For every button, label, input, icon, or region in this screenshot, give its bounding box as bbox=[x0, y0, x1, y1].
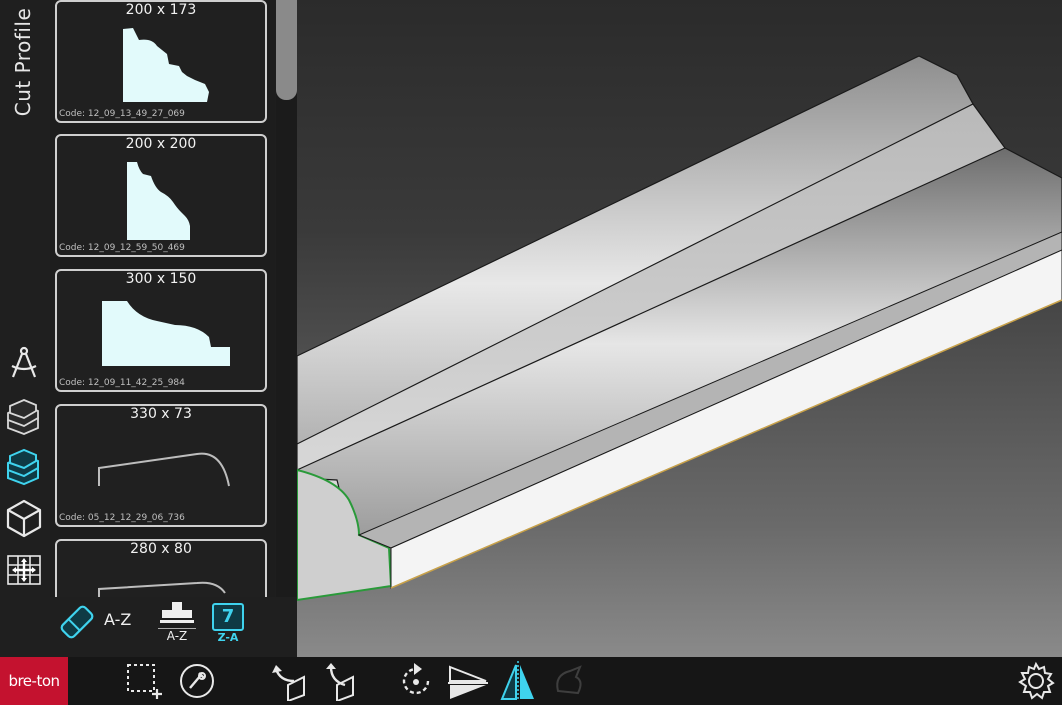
settings-knob-icon[interactable] bbox=[177, 661, 217, 701]
brand-logo: bre-ton bbox=[0, 657, 68, 705]
scrollbar-thumb[interactable] bbox=[276, 0, 297, 100]
rotate-left-icon[interactable] bbox=[270, 661, 310, 701]
profile-thumbnail bbox=[98, 452, 230, 487]
profile-card[interactable]: 200 x 200 Code: 12_09_12_59_50_469 bbox=[55, 134, 267, 257]
left-rail: Cut Profile bbox=[0, 0, 50, 657]
profile-code: Code: 12_09_13_49_27_069 bbox=[59, 109, 185, 119]
profile-thumbnail bbox=[123, 28, 209, 102]
flip-icon[interactable] bbox=[448, 661, 488, 701]
sort-date-sub-label: Z-A bbox=[217, 631, 239, 644]
app-window: Cut Profile 200 x 173 Code: 12_09_13_49_… bbox=[0, 0, 1062, 705]
profile-thumbnail bbox=[127, 162, 190, 240]
profile-3d-model bbox=[297, 55, 1062, 602]
sort-az-stack-button[interactable]: A-Z bbox=[158, 600, 200, 644]
stacked-profiles-icon[interactable] bbox=[4, 396, 44, 436]
sort-az-button[interactable]: A-Z bbox=[104, 610, 131, 629]
profile-card[interactable]: 200 x 173 Code: 12_09_13_49_27_069 bbox=[55, 0, 267, 123]
calendar-day: 7 bbox=[221, 606, 235, 627]
mirror-icon[interactable] bbox=[498, 661, 538, 701]
profile-thumbnail bbox=[98, 581, 226, 597]
compass-icon[interactable] bbox=[4, 344, 44, 384]
rotate-right-icon[interactable] bbox=[323, 661, 363, 701]
gear-icon[interactable] bbox=[1016, 661, 1056, 701]
cube-icon[interactable] bbox=[4, 498, 44, 538]
profile-code: Code: 12_09_12_59_50_469 bbox=[59, 243, 185, 253]
sort-az-sub-label: A-Z bbox=[158, 628, 196, 643]
panel-title: Cut Profile bbox=[2, 0, 40, 125]
profile-code: Code: 12_09_11_42_25_984 bbox=[59, 378, 185, 388]
rotate-view-icon[interactable] bbox=[396, 661, 436, 701]
sort-toolbar bbox=[0, 597, 297, 657]
disabled-tool-icon bbox=[550, 661, 590, 701]
profile-list[interactable]: 200 x 173 Code: 12_09_13_49_27_069 200 x… bbox=[50, 0, 275, 597]
stack-icon bbox=[160, 602, 194, 623]
profile-code: Code: 05_12_12_29_06_736 bbox=[59, 513, 185, 523]
profile-library-icon[interactable] bbox=[4, 446, 44, 486]
profile-card[interactable]: 300 x 150 Code: 12_09_11_42_25_984 bbox=[55, 269, 267, 392]
add-selection-icon[interactable] bbox=[124, 661, 164, 701]
calendar-icon: 7 bbox=[212, 603, 244, 631]
3d-viewport[interactable] bbox=[297, 0, 1062, 657]
panel-title-text: Cut Profile bbox=[11, 7, 35, 117]
dimension-grid-icon[interactable] bbox=[4, 550, 44, 590]
profile-thumbnail bbox=[102, 301, 230, 366]
eraser-icon[interactable] bbox=[55, 600, 99, 644]
profile-card[interactable]: 280 x 80 bbox=[55, 539, 267, 597]
profile-card[interactable]: 330 x 73 Code: 05_12_12_29_06_736 bbox=[55, 404, 267, 527]
sort-date-button[interactable]: 7 Z-A bbox=[210, 599, 248, 645]
